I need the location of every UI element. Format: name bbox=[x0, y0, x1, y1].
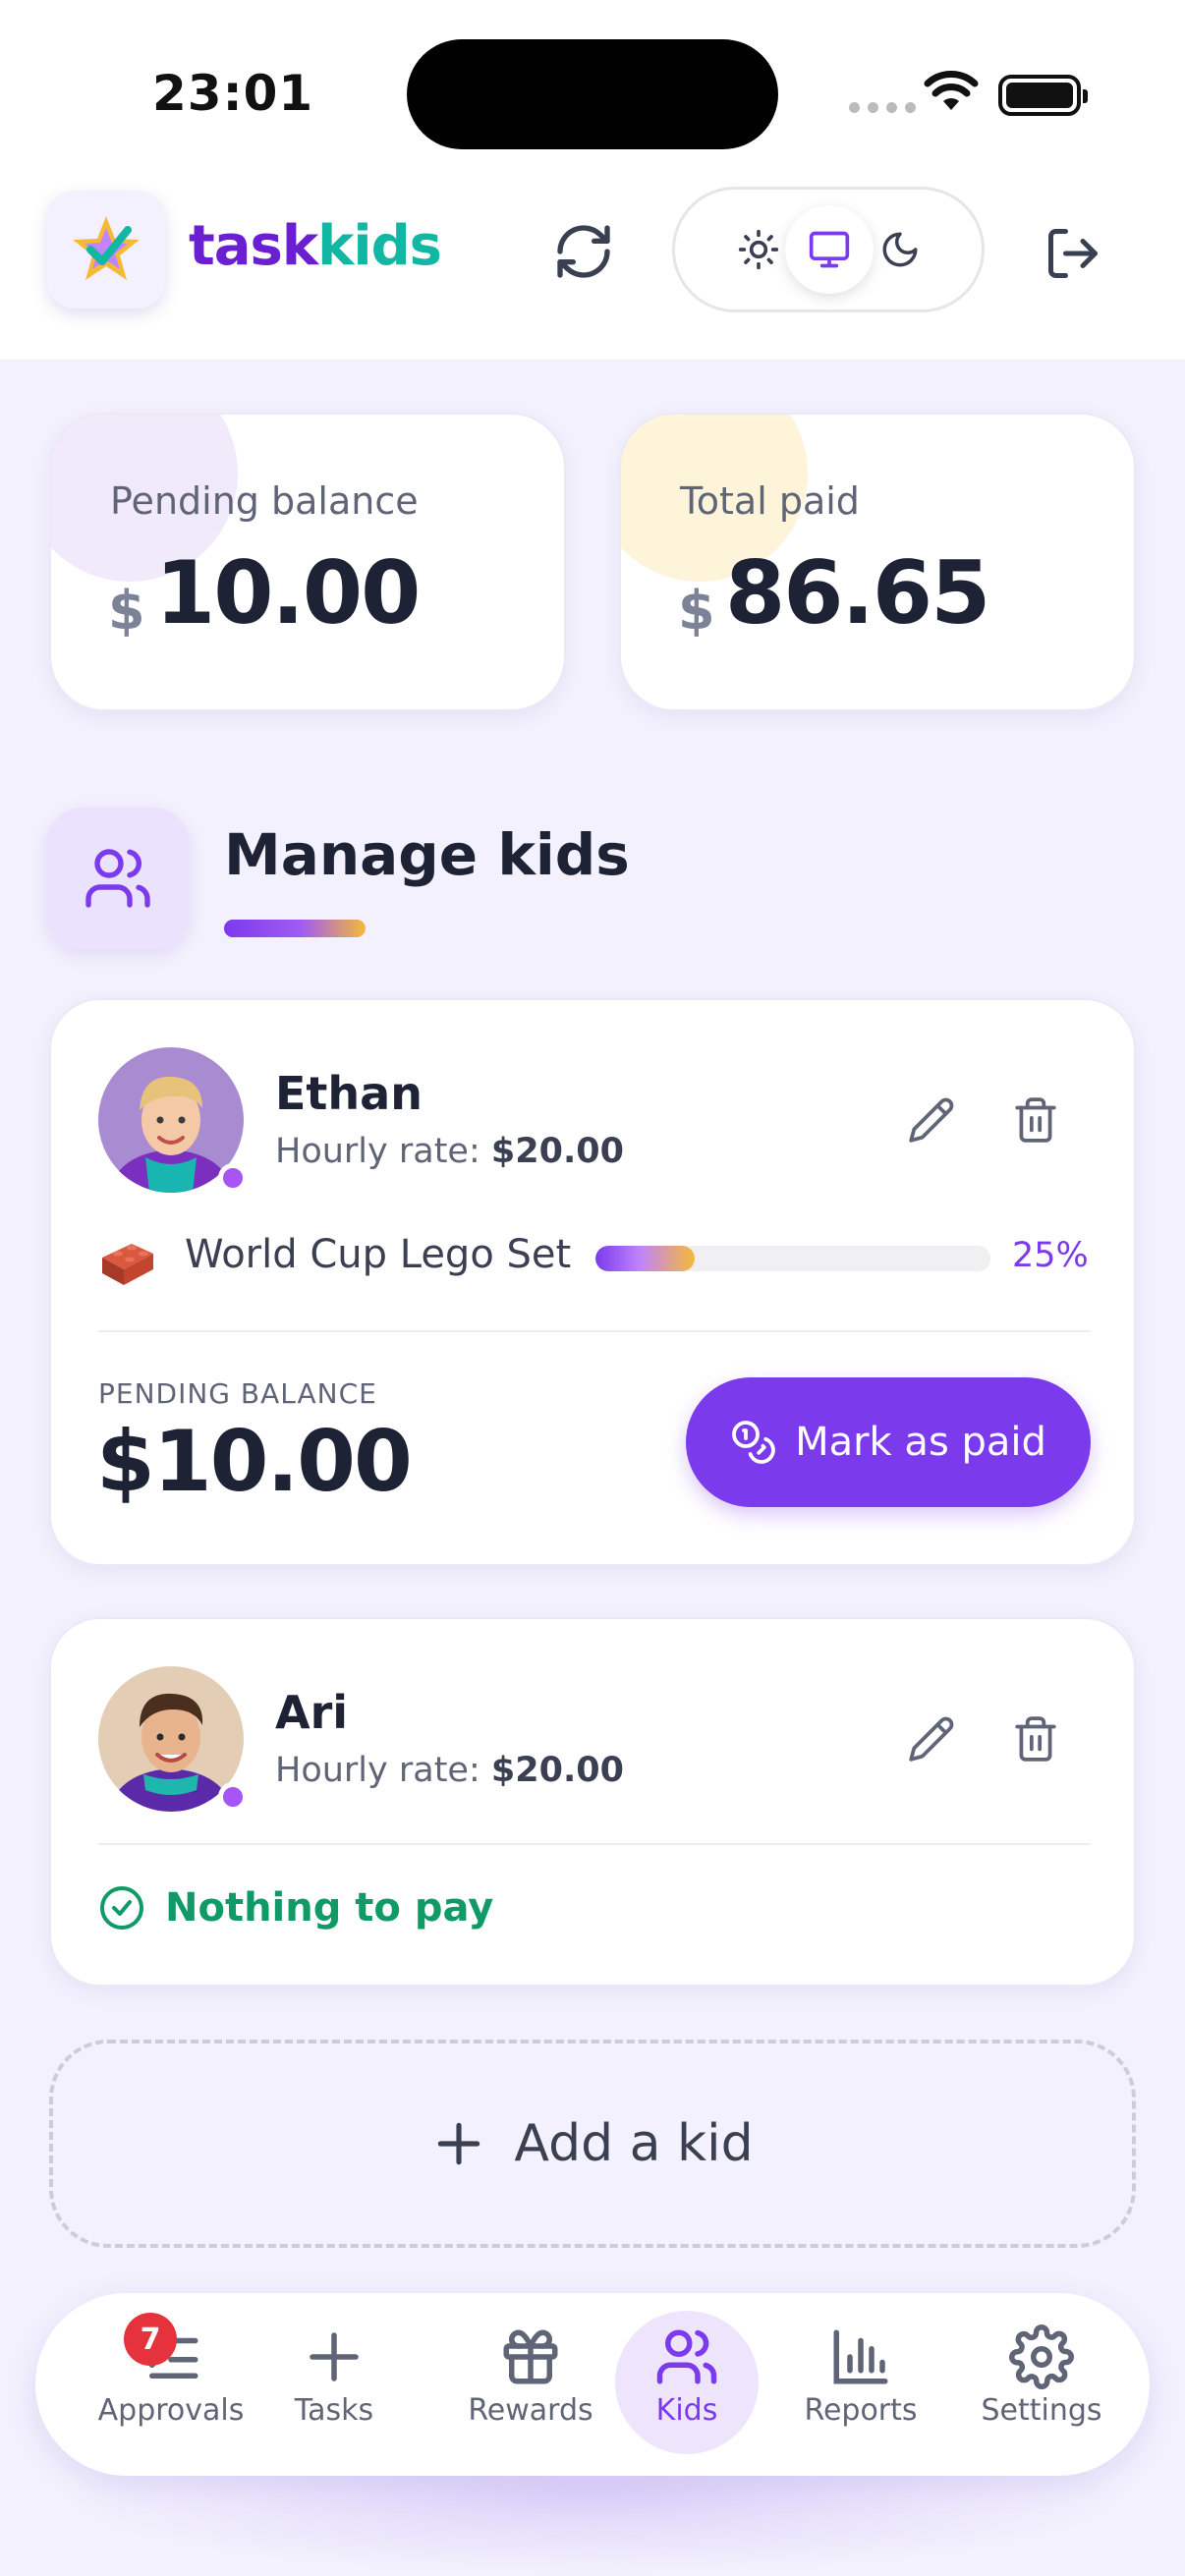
bar-chart-icon bbox=[833, 2329, 888, 2384]
nothing-to-pay-label: Nothing to pay bbox=[165, 1885, 494, 1931]
app-logo bbox=[47, 191, 165, 308]
divider bbox=[98, 1330, 1091, 1332]
wifi-icon bbox=[924, 71, 979, 110]
hourly-rate: Hourly rate: $20.00 bbox=[275, 1751, 624, 1790]
users-icon bbox=[656, 2329, 717, 2384]
approvals-count-badge: 7 bbox=[124, 2313, 177, 2366]
brand-name: taskkids bbox=[189, 214, 442, 278]
brick-icon bbox=[102, 1244, 153, 1285]
total-paid-card: Total paid $ 86.65 bbox=[619, 413, 1136, 711]
nav-approvals[interactable]: 7 Approvals bbox=[90, 2313, 252, 2454]
currency-symbol: $ bbox=[108, 580, 145, 642]
goal-progress-percent: 25% bbox=[1012, 1236, 1089, 1275]
trash-icon bbox=[1015, 1716, 1056, 1762]
nav-approvals-label: Approvals bbox=[97, 2393, 245, 2428]
coins-icon bbox=[732, 1421, 775, 1464]
mark-as-paid-button[interactable]: Mark as paid bbox=[686, 1377, 1091, 1507]
avatar bbox=[98, 1047, 248, 1193]
section-title: Manage kids bbox=[224, 821, 630, 888]
plus-icon bbox=[438, 2122, 480, 2165]
section-underline bbox=[224, 920, 366, 937]
pencil-icon bbox=[909, 1716, 954, 1762]
plus-icon bbox=[310, 2332, 359, 2381]
star-check-icon bbox=[73, 216, 140, 280]
refresh-button[interactable] bbox=[546, 214, 621, 289]
kid-card: Ari Hourly rate: $20.00 Nothing to pay bbox=[49, 1617, 1136, 1987]
currency-symbol: $ bbox=[678, 580, 715, 642]
check-circle-icon bbox=[100, 1886, 143, 1930]
add-kid-button[interactable]: Add a kid bbox=[49, 2040, 1136, 2248]
logout-icon bbox=[1048, 229, 1098, 278]
goal-progress-bar bbox=[595, 1246, 990, 1271]
trash-icon bbox=[1015, 1097, 1056, 1143]
divider bbox=[98, 1843, 1091, 1845]
kid-pending-amount: $10.00 bbox=[96, 1413, 413, 1511]
delete-kid-button[interactable] bbox=[996, 1081, 1075, 1159]
nav-settings[interactable]: Settings bbox=[963, 2315, 1120, 2454]
nav-kids-label: Kids bbox=[655, 2393, 718, 2428]
kid-name: Ari bbox=[275, 1686, 349, 1739]
users-icon bbox=[85, 849, 150, 908]
nav-reports[interactable]: Reports bbox=[786, 2315, 935, 2454]
gear-icon bbox=[1009, 2324, 1074, 2389]
nav-tasks-label: Tasks bbox=[294, 2393, 374, 2428]
total-paid-amount: 86.65 bbox=[725, 542, 990, 644]
cellular-signal-icon bbox=[849, 102, 916, 113]
pending-balance-label: PENDING BALANCE bbox=[98, 1377, 377, 1410]
nav-reports-label: Reports bbox=[804, 2393, 918, 2428]
theme-switcher bbox=[672, 187, 985, 312]
sun-icon bbox=[738, 229, 779, 270]
pending-balance-amount: 10.00 bbox=[155, 542, 421, 644]
dark-theme-button[interactable] bbox=[856, 205, 944, 294]
battery-icon bbox=[998, 75, 1088, 116]
monitor-icon bbox=[809, 231, 850, 268]
online-status-dot bbox=[218, 1782, 248, 1812]
kid-name: Ethan bbox=[275, 1067, 423, 1120]
add-kid-label: Add a kid bbox=[514, 2114, 754, 2173]
pending-balance-card: Pending balance $ 10.00 bbox=[49, 413, 566, 711]
app-header: taskkids bbox=[0, 167, 1185, 360]
status-time: 23:01 bbox=[152, 65, 314, 122]
edit-kid-button[interactable] bbox=[892, 1700, 971, 1778]
nothing-to-pay-status: Nothing to pay bbox=[98, 1884, 493, 1932]
nav-rewards-label: Rewards bbox=[468, 2393, 593, 2428]
section-icon bbox=[47, 808, 189, 949]
pending-balance-label: Pending balance bbox=[110, 479, 419, 523]
bottom-nav: 7 Approvals Tasks Rewards Kids Reports S… bbox=[35, 2293, 1150, 2476]
avatar bbox=[98, 1666, 248, 1812]
kid-card: Ethan Hourly rate: $20.00 World Cup Lego… bbox=[49, 998, 1136, 1566]
online-status-dot bbox=[218, 1163, 248, 1193]
total-paid-label: Total paid bbox=[680, 479, 860, 523]
goal-name: World Cup Lego Set bbox=[185, 1232, 572, 1277]
dynamic-island bbox=[407, 39, 778, 149]
mark-as-paid-label: Mark as paid bbox=[795, 1420, 1046, 1465]
pencil-icon bbox=[909, 1097, 954, 1143]
status-bar: 23:01 bbox=[0, 0, 1185, 187]
moon-icon bbox=[882, 232, 918, 267]
refresh-icon bbox=[557, 225, 610, 278]
nav-tasks[interactable]: Tasks bbox=[271, 2315, 397, 2454]
logout-button[interactable] bbox=[1034, 214, 1112, 293]
goal-progress-fill bbox=[595, 1246, 695, 1271]
nav-kids[interactable]: Kids bbox=[613, 2311, 761, 2454]
hourly-rate: Hourly rate: $20.00 bbox=[275, 1132, 624, 1171]
delete-kid-button[interactable] bbox=[996, 1700, 1075, 1778]
edit-kid-button[interactable] bbox=[892, 1081, 971, 1159]
gift-icon bbox=[503, 2329, 558, 2384]
nav-rewards[interactable]: Rewards bbox=[448, 2315, 613, 2454]
nav-settings-label: Settings bbox=[981, 2393, 1102, 2428]
